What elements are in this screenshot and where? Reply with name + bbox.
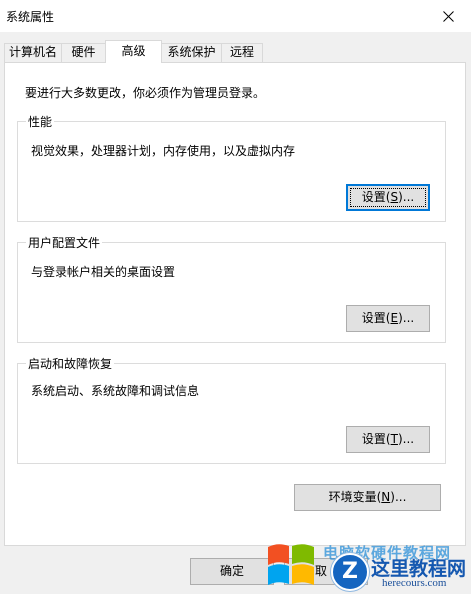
system-properties-dialog: 系统属性 计算机名 硬件 高级 系统保护 远程 要进行大多数更改，你必须作为管理…: [0, 0, 471, 594]
performance-group: 性能 视觉效果，处理器计划，内存使用，以及虚拟内存 设置(S)...: [17, 113, 446, 222]
tab-remote[interactable]: 远程: [221, 43, 263, 62]
windows-logo-icon: [268, 544, 314, 585]
watermark: 电脑软硬件教程网 Z 这里教程网 herecours.com: [265, 541, 471, 594]
user-profiles-legend: 用户配置文件: [26, 234, 103, 251]
user-profiles-settings-mnemonic: E: [390, 311, 399, 325]
window-title: 系统属性: [6, 10, 55, 24]
performance-settings-button[interactable]: 设置(S)...: [346, 184, 430, 211]
env-vars-label: 环境变量: [328, 490, 377, 504]
close-button[interactable]: [425, 0, 471, 32]
startup-recovery-description: 系统启动、系统故障和调试信息: [31, 384, 200, 398]
startup-recovery-group: 启动和故障恢复 系统启动、系统故障和调试信息 设置(T)...: [17, 355, 446, 464]
startup-recovery-settings-button[interactable]: 设置(T)...: [346, 426, 430, 453]
startup-recovery-legend: 启动和故障恢复: [26, 355, 115, 372]
env-vars-mnemonic: N: [381, 490, 391, 504]
performance-legend: 性能: [26, 113, 55, 130]
user-profiles-settings-label: 设置: [361, 311, 386, 325]
environment-variables-button[interactable]: 环境变量(N)...: [294, 484, 441, 511]
advanced-tab-panel: 要进行大多数更改，你必须作为管理员登录。 性能 视觉效果，处理器计划，内存使用，…: [4, 62, 466, 546]
startup-recovery-settings-ellipsis: ...: [402, 432, 415, 446]
tab-system-protection[interactable]: 系统保护: [161, 43, 222, 62]
watermark-domain: herecours.com: [382, 577, 447, 589]
ok-button[interactable]: 确定: [190, 558, 274, 585]
user-profiles-settings-button[interactable]: 设置(E)...: [346, 305, 430, 332]
focus-ring: [350, 188, 426, 207]
tab-computer-name[interactable]: 计算机名: [4, 43, 62, 62]
user-profiles-description: 与登录帐户相关的桌面设置: [31, 265, 176, 279]
tab-hardware[interactable]: 硬件: [61, 43, 106, 62]
startup-recovery-settings-label: 设置: [361, 432, 386, 446]
startup-recovery-settings-mnemonic: T: [390, 432, 398, 446]
env-vars-ellipsis: ...: [394, 490, 407, 504]
title-bar[interactable]: 系统属性: [0, 0, 471, 32]
user-profiles-group: 用户配置文件 与登录帐户相关的桌面设置 设置(E)...: [17, 234, 446, 343]
user-profiles-settings-ellipsis: ...: [402, 311, 415, 325]
close-icon: [442, 10, 454, 22]
watermark-badge: Z: [331, 553, 369, 591]
performance-description: 视觉效果，处理器计划，内存使用，以及虚拟内存: [31, 144, 296, 158]
watermark-badge-letter: Z: [342, 559, 358, 584]
admin-note: 要进行大多数更改，你必须作为管理员登录。: [25, 86, 266, 100]
tab-advanced[interactable]: 高级: [105, 40, 162, 63]
